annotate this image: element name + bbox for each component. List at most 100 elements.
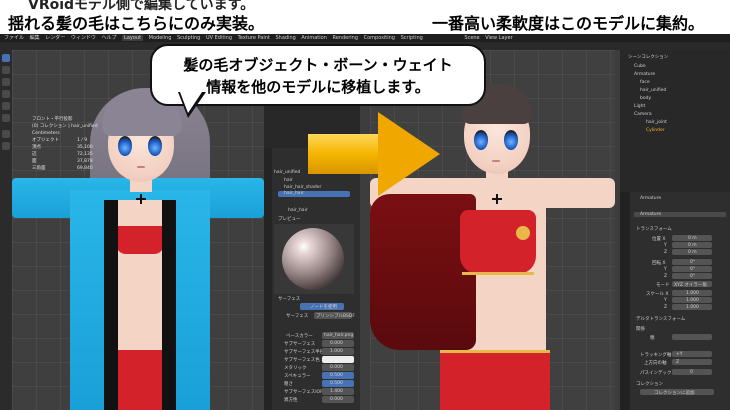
shader-row-value: 0.500 <box>330 381 343 386</box>
red-top-right <box>460 210 536 274</box>
menu-render[interactable]: レンダー <box>45 35 65 41</box>
top-caption-bar: VRoidモデル側で編集しています。 揺れる髪の毛はこちらにのみ実装。 一番高い… <box>0 0 730 33</box>
stat-row: 面 37,878 <box>32 159 93 164</box>
shader-row-value: 0.000 <box>330 341 343 346</box>
material-slot-1[interactable]: hair_hair_shader <box>284 185 321 190</box>
mouth-left <box>137 166 145 168</box>
parent-field[interactable] <box>672 334 712 340</box>
section-collections[interactable]: コレクション <box>636 381 663 387</box>
tool-shelf <box>0 50 12 410</box>
3d-cursor-icon <box>492 194 502 204</box>
3d-cursor-icon <box>136 194 146 204</box>
shader-row-label: ベースカラー <box>286 334 313 339</box>
transform-row-label: Z <box>664 274 668 279</box>
subsurface-color-swatch[interactable] <box>322 356 354 363</box>
transform-row-value: 0 m <box>688 236 697 241</box>
tab-compositing[interactable]: Compositing <box>364 35 395 41</box>
tab-modeling[interactable]: Modeling <box>149 35 172 41</box>
scale-tool-icon[interactable] <box>2 102 10 110</box>
transform-row-value: 1.000 <box>686 305 699 310</box>
outliner-item[interactable]: Cylinder <box>646 128 665 133</box>
view-layer-selector[interactable]: View Layer <box>485 35 512 41</box>
section-preview[interactable]: プレビュー <box>278 216 301 222</box>
view-collection: (0) コレクション | hair_unified <box>32 124 98 129</box>
add-to-collection-label: コレクションに追加 <box>654 391 695 396</box>
section-surface[interactable]: サーフェス <box>278 296 300 302</box>
transform-row-label: Z <box>664 250 668 255</box>
tab-scripting[interactable]: Scripting <box>401 35 423 41</box>
rotate-tool-icon[interactable] <box>2 90 10 98</box>
speech-bubble-tail-fill <box>180 92 202 113</box>
tab-rendering[interactable]: Rendering <box>332 35 358 41</box>
menu-window[interactable]: ウィンドウ <box>71 35 96 41</box>
section-transform[interactable]: トランスフォーム <box>636 226 672 232</box>
stat-row: 頂点 35,100 <box>32 145 93 150</box>
menu-file[interactable]: ファイル <box>4 35 24 41</box>
blender-topbar: ファイル 編集 レンダー ウィンドウ ヘルプ Layout Modeling S… <box>0 34 730 42</box>
gold-emblem <box>516 226 530 240</box>
shader-row-label: サブサーフェス色 <box>284 358 320 363</box>
tab-shading[interactable]: Shading <box>275 35 295 41</box>
outliner-item[interactable]: hair_unified <box>640 88 666 93</box>
tab-layout[interactable]: Layout <box>122 35 144 41</box>
tab-uv-editing[interactable]: UV Editing <box>206 35 232 41</box>
material-slot-0[interactable]: hair <box>284 178 293 183</box>
red-top-left <box>116 226 164 254</box>
outliner-item[interactable]: body <box>640 96 651 101</box>
eye-right-1 <box>474 130 488 150</box>
shader-row-value: 1.400 <box>330 389 343 394</box>
shader-row-label: スペキュラー <box>284 374 311 379</box>
outliner-item[interactable]: Light <box>634 104 645 109</box>
section-delta-transform[interactable]: デルタトランスフォーム <box>636 316 685 322</box>
measure-tool-icon[interactable] <box>2 142 10 150</box>
tracking-axis-value: +Y <box>676 352 683 357</box>
menu-help[interactable]: ヘルプ <box>101 35 116 41</box>
transform-tool-icon[interactable] <box>2 114 10 122</box>
pass-index-value: 0 <box>690 370 693 375</box>
transform-row-value: 0 m <box>688 250 697 255</box>
shader-row-label: 異方性 <box>284 398 298 403</box>
stat-row: オブジェクト 1 / 9 <box>32 138 88 143</box>
annotate-tool-icon[interactable] <box>2 130 10 138</box>
material-name[interactable]: hair_hair <box>288 208 308 213</box>
red-skirt-right <box>440 350 550 410</box>
shader-row-label: サブサーフェス半径 <box>284 350 325 355</box>
section-relations[interactable]: 関係 <box>636 326 645 332</box>
outliner-item[interactable]: Armature <box>634 72 655 77</box>
transfer-arrow-icon <box>378 112 440 196</box>
tab-animation[interactable]: Animation <box>301 35 327 41</box>
menu-edit[interactable]: 編集 <box>30 35 40 41</box>
red-skirt-left <box>116 350 164 410</box>
transform-row-label: 回転 X <box>652 261 666 266</box>
material-preview-sphere <box>282 228 344 290</box>
move-tool-icon[interactable] <box>2 78 10 86</box>
tracking-axis-label: トラッキング軸 <box>640 353 672 358</box>
transform-row-value: 0° <box>690 274 696 279</box>
outliner-title: シーンコレクション <box>628 55 669 60</box>
shader-row-value: hair_hair.png <box>324 333 354 338</box>
scene-selector[interactable]: Scene <box>464 35 479 41</box>
outliner-item[interactable]: Cube <box>634 64 646 69</box>
props-object-name: Armature <box>640 196 662 201</box>
tab-texture-paint[interactable]: Texture Paint <box>238 35 270 41</box>
transform-row-label: スケール X <box>646 292 669 297</box>
outliner-item[interactable]: hair_joint <box>646 120 667 125</box>
transform-row-label: Z <box>664 305 668 310</box>
view-title: フロント・平行投影 <box>32 117 73 122</box>
surface-label: サーフェス <box>286 314 309 319</box>
view-unit: Centimeters <box>32 131 60 136</box>
tab-sculpting[interactable]: Sculpting <box>177 35 200 41</box>
outliner-item[interactable]: Camera <box>634 112 652 117</box>
use-nodes-label: ノードを使用 <box>310 305 337 310</box>
shader-row-value: 0.000 <box>330 365 343 370</box>
transform-row-label: Y <box>664 267 667 272</box>
cursor-tool-icon[interactable] <box>2 66 10 74</box>
transfer-arrow-body <box>308 134 382 174</box>
mouth-right <box>492 160 500 162</box>
transform-row-label: モード <box>656 283 670 288</box>
pass-index-label: パスインデックス <box>640 371 676 376</box>
outliner-item[interactable]: face <box>640 80 650 85</box>
surface-shader-value: プリンシプルBSDF <box>316 314 355 319</box>
transform-row-value: 1.000 <box>686 298 699 303</box>
select-tool-icon[interactable] <box>2 54 10 62</box>
